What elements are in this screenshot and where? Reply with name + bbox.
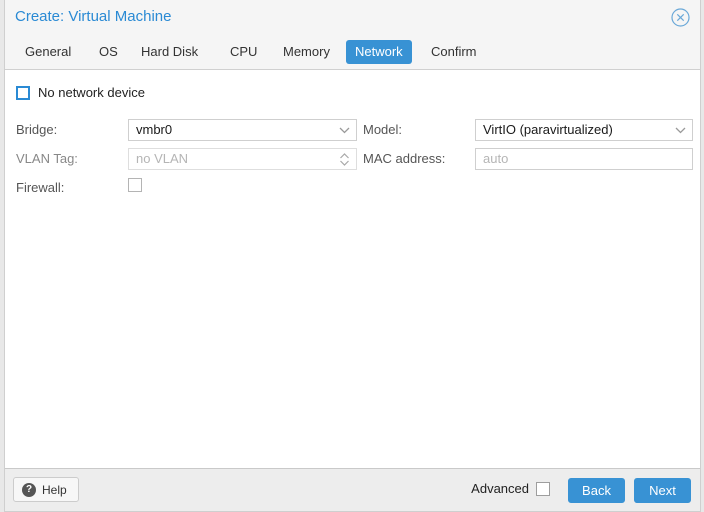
- tab-confirm[interactable]: Confirm: [422, 40, 486, 64]
- bridge-label: Bridge:: [16, 122, 58, 137]
- back-button[interactable]: Back: [568, 478, 625, 503]
- tab-general[interactable]: General: [16, 40, 80, 64]
- tab-network[interactable]: Network: [346, 40, 412, 64]
- mac-address-field-row: MAC address: auto: [363, 148, 693, 170]
- bridge-field-row: Bridge: vmbr0: [16, 119, 357, 141]
- model-label: Model:: [363, 122, 403, 137]
- advanced-toggle-group[interactable]: Advanced: [471, 481, 550, 496]
- no-network-device-checkbox[interactable]: [16, 85, 30, 100]
- firewall-checkbox[interactable]: [128, 178, 142, 192]
- tab-os[interactable]: OS: [90, 40, 127, 64]
- vlan-tag-field-row: VLAN Tag: no VLAN: [16, 148, 357, 170]
- no-network-device-label: No network device: [38, 85, 145, 100]
- firewall-field-row: Firewall:: [16, 177, 346, 199]
- advanced-label: Advanced: [471, 481, 529, 496]
- advanced-checkbox[interactable]: [536, 481, 550, 496]
- model-field-row: Model: VirtIO (paravirtualized): [363, 119, 693, 141]
- tab-cpu[interactable]: CPU: [221, 40, 266, 64]
- bridge-input[interactable]: vmbr0: [128, 119, 357, 141]
- vlan-tag-label: VLAN Tag:: [16, 151, 78, 166]
- tab-memory[interactable]: Memory: [274, 40, 339, 64]
- help-button-label: Help: [42, 482, 67, 497]
- help-button[interactable]: ? Help: [13, 477, 79, 502]
- wizard-tab-bar: General OS Hard Disk CPU Memory Network …: [5, 35, 700, 70]
- mac-address-label: MAC address:: [363, 151, 446, 166]
- mac-address-input[interactable]: auto: [475, 148, 693, 170]
- dialog-header: Create: Virtual Machine: [5, 0, 700, 35]
- create-vm-dialog: Create: Virtual Machine General OS Hard …: [4, 0, 701, 512]
- dialog-footer: ? Help Advanced Back Next: [5, 469, 700, 511]
- screen: 704 x 514 pixels 37.5 KB Access Tools pa…: [0, 0, 704, 512]
- vlan-tag-input[interactable]: no VLAN: [128, 148, 357, 170]
- no-network-device-row[interactable]: No network device: [16, 85, 145, 100]
- network-form-panel: No network device Bridge: vmbr0 VLAN Tag…: [5, 70, 700, 469]
- question-mark-icon: ?: [22, 482, 36, 497]
- dialog-title: Create: Virtual Machine: [15, 8, 172, 25]
- tab-hard-disk[interactable]: Hard Disk: [132, 40, 207, 64]
- model-input[interactable]: VirtIO (paravirtualized): [475, 119, 693, 141]
- firewall-label: Firewall:: [16, 180, 65, 195]
- close-circle-icon[interactable]: [671, 8, 690, 27]
- next-button[interactable]: Next: [634, 478, 691, 503]
